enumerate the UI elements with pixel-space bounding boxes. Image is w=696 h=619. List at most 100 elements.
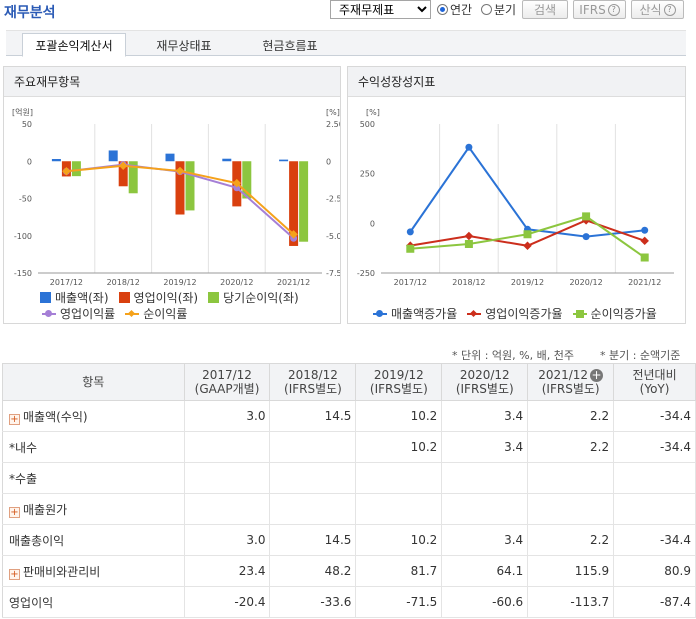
value-cell <box>184 493 271 525</box>
formula-button-label: 산식 <box>639 3 662 17</box>
y-tick-label: 250 <box>360 170 375 179</box>
y-tick-label: -250 <box>357 269 375 278</box>
radio-annual-label: 연간 <box>450 3 473 17</box>
point-sales-growth <box>465 143 473 151</box>
value-cell <box>184 431 271 463</box>
expand-icon[interactable]: + <box>9 568 20 580</box>
legend-swatch-sales <box>40 292 51 303</box>
panel-title: 수익성장성지표 <box>348 67 685 97</box>
legend-marker-op-growth <box>467 309 482 319</box>
income-statement-table: 항목 2017/12 (GAAP개별) 2018/12 (IFRS별도) 2019/… <box>2 363 696 618</box>
ifrs-button[interactable]: IFRS ? <box>573 0 626 19</box>
growth-indicators-chart: [%] 500 250 0 -250 2017/12 2018/12 2019/12 2020/… <box>357 108 674 287</box>
expand-icon[interactable]: + <box>9 413 20 425</box>
expand-icon[interactable]: + <box>9 506 20 518</box>
legend-swatch-net-income <box>208 292 220 303</box>
point-net-growth <box>406 244 415 253</box>
panel-title: 주요재무항목 <box>4 67 340 97</box>
left-y-tick-label: -100 <box>14 232 32 241</box>
header-period: 2017/12 (GAAP개별) <box>183 363 271 401</box>
legend-swatch-op-income <box>118 292 130 303</box>
value-cell: 3.0 <box>184 400 271 432</box>
bar-sales <box>108 150 118 162</box>
value-cell: 23.4 <box>184 555 271 587</box>
header-period-date: 2019/12 <box>373 368 424 382</box>
header-yoy-label: 전년대비 <box>632 368 677 382</box>
row-label-cell[interactable]: + 매출원가 <box>2 493 185 525</box>
right-y-tick-label: 0 <box>326 157 331 166</box>
value-cell: 10.2 <box>355 431 443 463</box>
bar-sales <box>51 159 61 162</box>
header-period-date: 2017/12 <box>202 368 252 382</box>
statement-tabs: 포괄손익계산서 재무상태표 현금흐름표 <box>6 30 686 57</box>
point-sales-growth <box>582 233 590 241</box>
row-label: 영업이익 <box>9 595 54 610</box>
legend: 영업이익률 순이익률 <box>42 305 187 322</box>
yoy-cell <box>613 462 696 494</box>
bar-sales <box>165 153 175 162</box>
value-cell: 3.4 <box>441 400 529 432</box>
table-row: 매출총이익 3.0 14.5 10.2 3.4 2.2 -34.4 <box>2 524 696 556</box>
value-cell <box>269 462 357 494</box>
row-label-cell: *수출 <box>2 462 185 494</box>
report-type-select[interactable]: 주재무제표 <box>330 0 431 19</box>
row-label: 매출액(수익) <box>23 409 88 424</box>
search-button[interactable]: 검색 <box>522 0 568 19</box>
value-cell <box>441 493 529 525</box>
x-tick-label: 2019/12 <box>511 278 544 287</box>
row-label: 매출원가 <box>23 502 68 517</box>
value-cell <box>355 493 443 525</box>
radio-quarter[interactable]: 분기 <box>481 0 516 19</box>
radio-dot-unchecked[interactable] <box>481 4 492 15</box>
y-tick-label: 0 <box>370 219 375 228</box>
yoy-cell: -34.4 <box>613 400 696 432</box>
value-cell: 81.7 <box>355 555 443 587</box>
page-title: 재무분석 <box>4 5 56 21</box>
formula-button[interactable]: 산식 ? <box>631 0 684 19</box>
tab-cash-flow[interactable]: 현금흐름표 <box>238 33 342 57</box>
y-tick-label: 500 <box>360 120 375 129</box>
value-cell <box>269 493 357 525</box>
value-cell: 10.2 <box>355 400 443 432</box>
yoy-cell <box>613 493 696 525</box>
row-label-cell[interactable]: + 매출액(수익) <box>2 400 185 432</box>
value-cell: 2.2 <box>527 524 615 556</box>
row-label: *수출 <box>9 471 38 486</box>
point-op-growth <box>464 231 474 241</box>
main-financials-panel: 주요재무항목 [억원] [%] 50 0 -50 -100 -150 2.50 0 -2.5 -5.… <box>3 66 341 324</box>
table-row: *내수 10.2 3.4 2.2 -34.4 <box>2 431 696 463</box>
value-cell: 3.0 <box>184 524 271 556</box>
header-yoy-sub: (YoY) <box>639 382 670 396</box>
row-label-cell[interactable]: + 판매비와관리비 <box>2 555 185 587</box>
row-label-cell: 영업이익 <box>2 586 185 618</box>
value-cell: 3.4 <box>441 524 529 556</box>
tab-income-statement[interactable]: 포괄손익계산서 <box>22 33 126 57</box>
x-tick-label: 2018/12 <box>452 278 485 287</box>
header-period: 2019/12 (IFRS별도) <box>355 363 443 401</box>
tab-balance-sheet[interactable]: 재무상태표 <box>132 33 236 57</box>
value-cell: -20.4 <box>184 586 271 618</box>
right-axis-unit: [%] <box>326 108 340 117</box>
radio-quarter-label: 분기 <box>494 3 517 17</box>
help-icon: ? <box>607 3 620 16</box>
point-op-growth <box>640 236 649 246</box>
radio-dot-checked[interactable] <box>437 4 448 15</box>
legend-label: 순이익증가율 <box>590 307 657 321</box>
legend-marker-net-margin <box>125 309 140 319</box>
left-y-tick-label: -50 <box>19 195 32 204</box>
header-period-date: 2020/12 <box>459 368 510 382</box>
radio-annual[interactable]: 연간 <box>437 0 472 19</box>
legend-marker-net-growth <box>572 309 587 319</box>
add-column-icon[interactable]: + <box>590 369 604 382</box>
value-cell: 14.5 <box>269 400 357 432</box>
row-label: 매출총이익 <box>9 533 65 548</box>
row-label: 판매비와관리비 <box>23 564 101 579</box>
point-net-growth <box>464 239 473 248</box>
value-cell: -33.6 <box>269 586 357 618</box>
help-icon: ? <box>663 3 676 16</box>
left-y-tick-label: 50 <box>22 120 32 129</box>
value-cell: -71.5 <box>355 586 443 618</box>
legend-label: 매출액증가율 <box>391 307 458 321</box>
value-cell: 2.2 <box>527 431 615 463</box>
header-period: 2020/12 (IFRS별도) <box>441 363 529 401</box>
